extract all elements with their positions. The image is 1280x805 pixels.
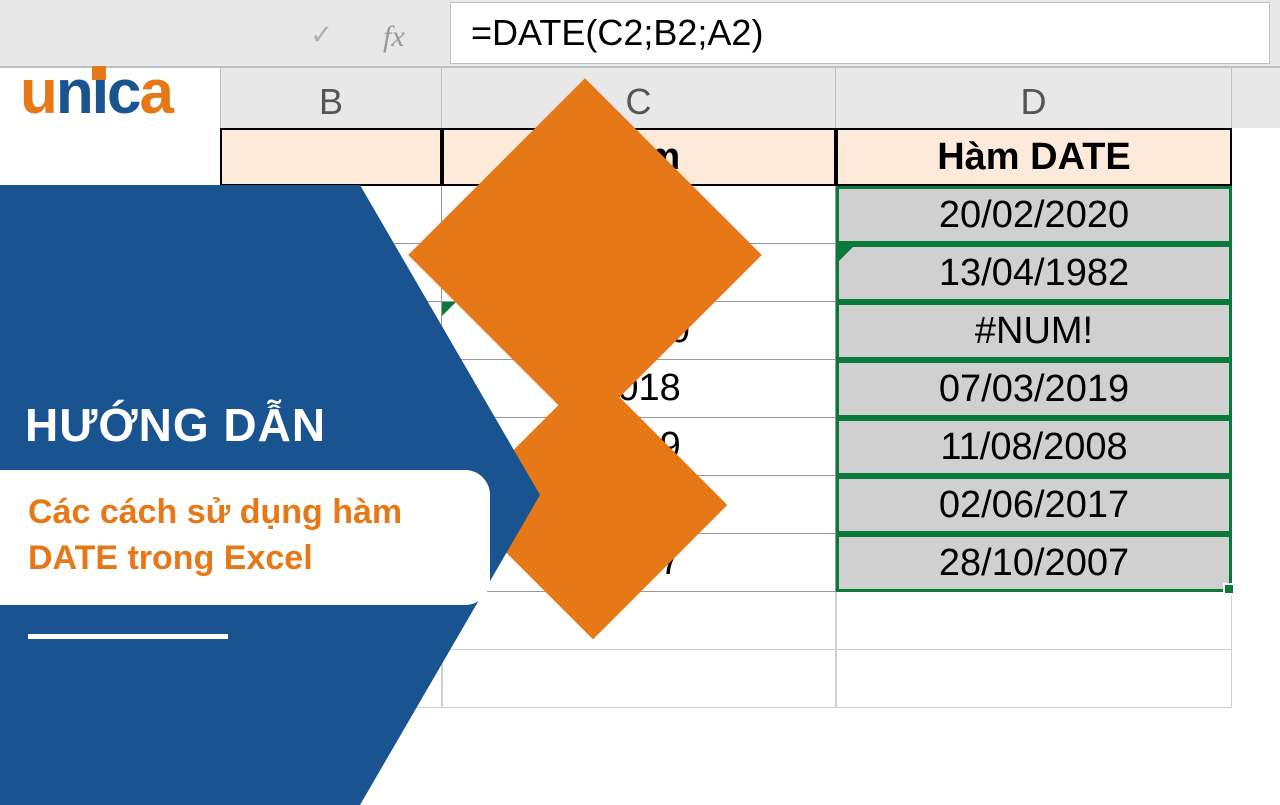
cell-date[interactable]: 28/10/2007: [836, 534, 1232, 592]
cell-empty[interactable]: [442, 592, 836, 650]
overlay-heading: HƯỚNG DẪN: [25, 398, 326, 452]
column-headers: B C D: [220, 68, 1280, 128]
header-cell-date[interactable]: Hàm DATE: [836, 128, 1232, 186]
cell-date[interactable]: 20/02/2020: [836, 186, 1232, 244]
cell-date[interactable]: 11/08/2008: [836, 418, 1232, 476]
cell-date[interactable]: 13/04/1982: [836, 244, 1232, 302]
cell-empty[interactable]: [836, 650, 1232, 708]
header-cell-empty[interactable]: [220, 128, 442, 186]
cell-date[interactable]: 02/06/2017: [836, 476, 1232, 534]
unica-logo: unIca: [20, 57, 172, 128]
cell-empty[interactable]: [442, 650, 836, 708]
overlay-subtitle-box: Các cách sử dụng hàm DATE trong Excel: [0, 470, 490, 605]
col-header-d[interactable]: D: [836, 68, 1232, 128]
fill-handle[interactable]: [1223, 583, 1235, 595]
cell-date-error[interactable]: #NUM!: [836, 302, 1232, 360]
formula-text: =DATE(C2;B2;A2): [471, 12, 763, 54]
formula-input[interactable]: =DATE(C2;B2;A2): [450, 2, 1270, 64]
formula-confirm-icon[interactable]: ✓: [310, 18, 333, 51]
formula-bar: ✓ fx =DATE(C2;B2;A2): [0, 0, 1280, 68]
col-header-c[interactable]: C: [442, 68, 836, 128]
table-header-row: Năm Hàm DATE: [220, 128, 1280, 186]
decorative-underline: [28, 634, 228, 639]
fx-label[interactable]: fx: [383, 20, 405, 54]
cell-empty[interactable]: [836, 592, 1232, 650]
col-header-b[interactable]: B: [220, 68, 442, 128]
cell-date[interactable]: 07/03/2019: [836, 360, 1232, 418]
overlay-subtitle: Các cách sử dụng hàm DATE trong Excel: [28, 490, 462, 582]
